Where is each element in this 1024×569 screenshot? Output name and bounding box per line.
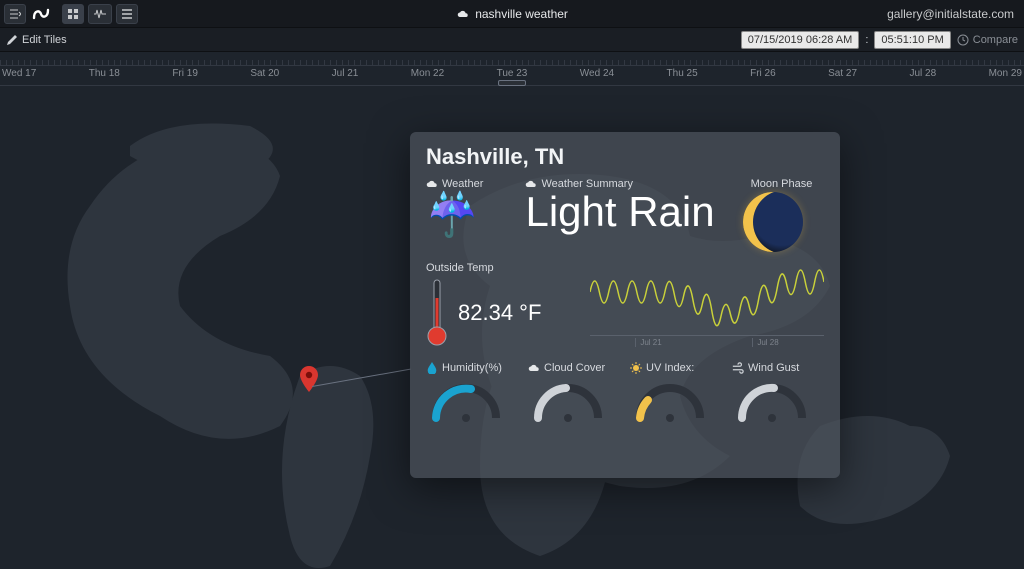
page-title: nashville weather	[475, 7, 568, 21]
app-logo	[30, 4, 58, 24]
date-end-value: 05:51:10 PM	[881, 34, 943, 46]
view-list-button[interactable]	[116, 4, 138, 24]
tile-humidity[interactable]: Humidity(%)	[426, 362, 518, 422]
cloud-icon	[528, 362, 540, 374]
tile-weather-summary[interactable]: Weather Summary Light Rain	[525, 178, 714, 236]
view-tiles-button[interactable]	[62, 4, 84, 24]
timeline-label: Thu 18	[89, 68, 120, 79]
cloud-icon	[457, 8, 469, 20]
uv-index-label: UV Index:	[646, 362, 694, 374]
timeline-label: Jul 28	[909, 68, 936, 79]
timeline-ticks	[0, 52, 1024, 66]
edit-tiles-button[interactable]: Edit Tiles	[6, 34, 67, 46]
sparkline-axis: Jul 21 Jul 28	[590, 335, 824, 347]
view-waves-button[interactable]	[88, 4, 112, 24]
tile-temp-sparkline[interactable]: Jul 21 Jul 28	[590, 262, 824, 342]
timeline-label: Jul 21	[332, 68, 359, 79]
compare-button[interactable]: Compare	[957, 34, 1018, 46]
date-start-input[interactable]: 07/15/2019 06:28 AM	[741, 31, 860, 49]
humidity-label: Humidity(%)	[442, 362, 502, 374]
wind-gust-gauge	[732, 378, 812, 422]
top-bar: nashville weather gallery@initialstate.c…	[0, 0, 1024, 28]
tile-uv-index[interactable]: UV Index:	[630, 362, 722, 422]
moon-icon	[735, 178, 747, 190]
timeline-label: Mon 29	[989, 68, 1022, 79]
list-icon	[121, 8, 133, 20]
date-range-controls: 07/15/2019 06:28 AM : 05:51:10 PM Compar…	[741, 31, 1018, 49]
moon-phase-label: Moon Phase	[751, 178, 813, 190]
page-title-area: nashville weather	[138, 7, 887, 21]
sparkline-tick: Jul 21	[635, 338, 661, 347]
cloud-icon	[426, 178, 438, 190]
timeline-label: Sat 20	[250, 68, 279, 79]
temp-sparkline-chart	[590, 262, 824, 332]
compare-label: Compare	[973, 34, 1018, 46]
tile-wind-gust[interactable]: Wind Gust	[732, 362, 824, 422]
timeline-label: Thu 25	[667, 68, 698, 79]
timeline-label: Wed 17	[2, 68, 36, 79]
weather-label: Weather	[442, 178, 483, 190]
map-marker-icon[interactable]	[300, 366, 318, 392]
cloud-cover-gauge	[528, 378, 608, 422]
outside-temp-label: Outside Temp	[426, 262, 494, 274]
grid-icon	[67, 8, 79, 20]
pencil-icon	[6, 34, 18, 46]
humidity-gauge	[426, 378, 506, 422]
wind-gust-label: Wind Gust	[748, 362, 799, 374]
menu-arrow-icon	[9, 8, 21, 20]
wind-icon	[732, 362, 744, 374]
timeline-label: Wed 24	[580, 68, 614, 79]
cloud-cover-label: Cloud Cover	[544, 362, 605, 374]
timeline-label: Mon 22	[411, 68, 444, 79]
tile-weather[interactable]: Weather ☔	[426, 178, 505, 236]
tile-cloud-cover[interactable]: Cloud Cover	[528, 362, 620, 422]
timeline-label: Sat 27	[828, 68, 857, 79]
uv-index-gauge	[630, 378, 710, 422]
umbrella-rain-icon: ☔	[426, 194, 505, 236]
timeline-label: Fri 19	[172, 68, 198, 79]
card-title: Nashville, TN	[426, 144, 824, 170]
date-start-value: 07/15/2019 06:28 AM	[748, 34, 853, 46]
tile-moon-phase[interactable]: Moon Phase	[735, 178, 824, 252]
timeline-labels: Wed 17 Thu 18 Fri 19 Sat 20 Jul 21 Mon 2…	[0, 68, 1024, 79]
account-email[interactable]: gallery@initialstate.com	[887, 7, 1014, 21]
edit-tiles-label: Edit Tiles	[22, 34, 67, 46]
date-separator: :	[865, 34, 868, 46]
weather-summary-value: Light Rain	[525, 188, 714, 236]
timeline-label: Tue 23	[497, 68, 528, 79]
date-end-input[interactable]: 05:51:10 PM	[874, 31, 950, 49]
dashboard-stage: Nashville, TN Weather ☔ Weather Summary …	[0, 86, 1024, 569]
weather-card[interactable]: Nashville, TN Weather ☔ Weather Summary …	[410, 132, 840, 478]
sun-icon	[630, 362, 642, 374]
thermometer-icon	[426, 278, 448, 348]
timeline-ruler[interactable]: Wed 17 Thu 18 Fri 19 Sat 20 Jul 21 Mon 2…	[0, 52, 1024, 86]
sparkline-tick: Jul 28	[752, 338, 778, 347]
moon-phase-graphic	[743, 192, 803, 252]
menu-toggle-button[interactable]	[4, 4, 26, 24]
clock-icon	[957, 34, 969, 46]
tile-outside-temp[interactable]: Outside Temp 82.34 °F	[426, 262, 576, 348]
timeline-label: Fri 26	[750, 68, 776, 79]
waveform-icon	[93, 8, 107, 20]
droplet-icon	[426, 362, 438, 374]
logo-icon	[32, 6, 56, 22]
sub-bar: Edit Tiles 07/15/2019 06:28 AM : 05:51:1…	[0, 28, 1024, 52]
outside-temp-value: 82.34 °F	[458, 300, 541, 326]
